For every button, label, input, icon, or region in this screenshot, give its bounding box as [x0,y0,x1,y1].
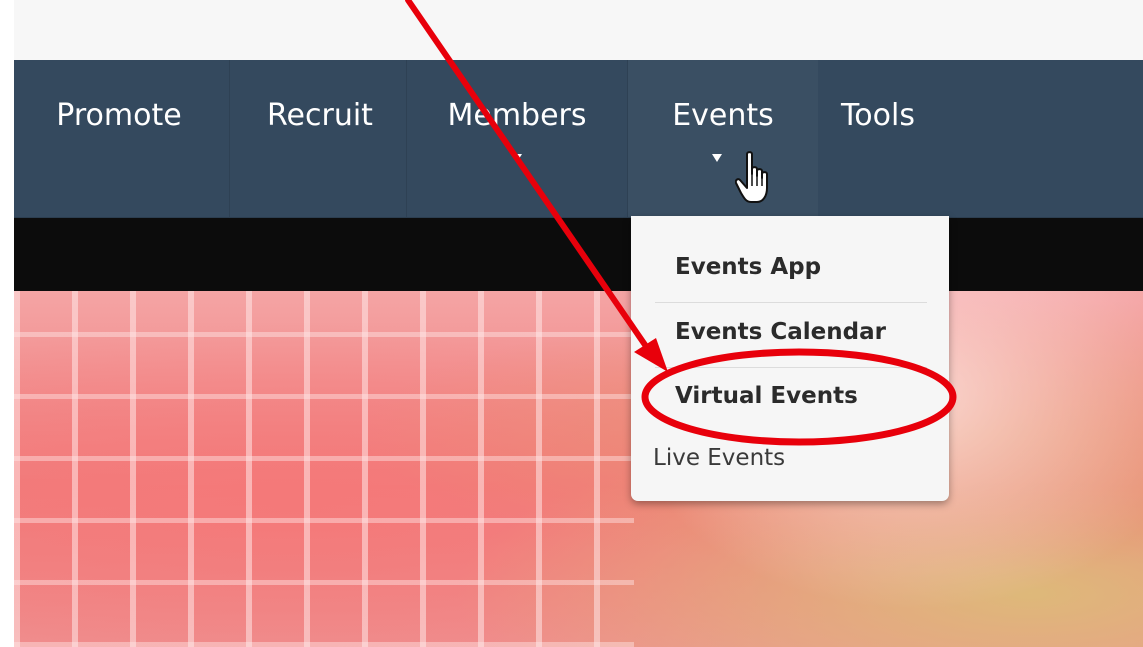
caret-down-icon [512,154,522,162]
events-dropdown-menu: Events App Events Calendar Virtual Event… [631,216,949,501]
nav-item-label: Promote [56,98,182,133]
hero-window-pattern [14,291,634,647]
dropdown-item-events-app[interactable]: Events App [631,254,993,280]
page-frame: Promote Recruit Members Events Tools Eve… [14,0,1143,647]
nav-item-recruit[interactable]: Recruit [230,60,410,217]
top-bar [14,0,1143,60]
main-navbar: Promote Recruit Members Events Tools [14,60,1143,218]
nav-item-label: Events [672,98,774,133]
dropdown-divider [655,302,927,303]
nav-item-label: Recruit [267,98,373,133]
nav-item-tools[interactable]: Tools [818,60,938,217]
hand-pointer-icon [735,151,768,203]
dropdown-item-events-calendar[interactable]: Events Calendar [631,319,993,345]
nav-item-label: Tools [841,98,915,133]
nav-item-members[interactable]: Members [407,60,627,217]
dropdown-divider [655,367,927,368]
nav-item-label: Members [447,98,587,133]
dropdown-item-live-events[interactable]: Live Events [631,445,971,471]
caret-down-icon [712,154,722,162]
nav-item-events[interactable]: Events [628,60,818,217]
nav-item-promote[interactable]: Promote [14,60,224,217]
dropdown-item-virtual-events[interactable]: Virtual Events [631,383,993,409]
